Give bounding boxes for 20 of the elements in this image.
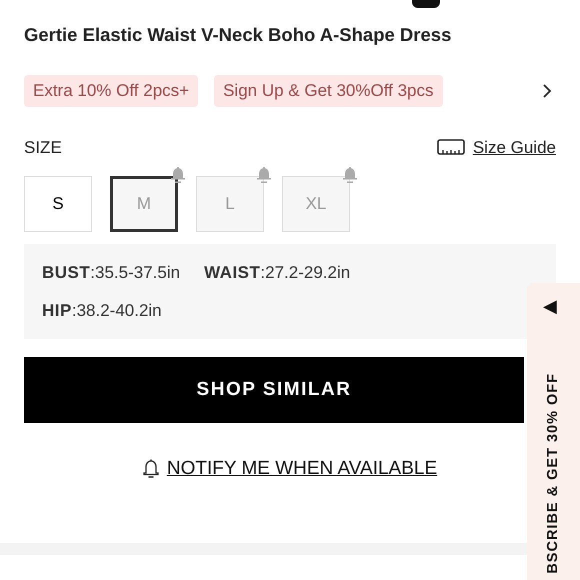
product-title: Gertie Elastic Waist V-Neck Boho A-Shape Dress xyxy=(24,24,452,46)
bell-icon xyxy=(170,166,186,184)
arrow-icon: ◀ xyxy=(543,297,557,315)
measurement-text: HIP:38.2-40.2in xyxy=(42,300,163,322)
measurement-text: WAIST:27.2-29.2in xyxy=(204,262,350,284)
size-label: SIZE xyxy=(24,136,62,158)
chevron-right-icon[interactable] xyxy=(542,82,552,99)
measurement-text: BUST:35.5-37.5in xyxy=(42,262,180,284)
subscribe-text: BSCRIBE & GET 30% OFF xyxy=(544,373,562,574)
shop-similar-button[interactable]: SHOP SIMILAR xyxy=(24,357,524,423)
size-guide-link[interactable]: Size Guide xyxy=(472,134,556,160)
bell-icon xyxy=(142,459,159,480)
bell-icon xyxy=(256,166,272,184)
ruler-icon xyxy=(436,139,465,156)
promo-tag[interactable]: Extra 10% Off 2pcs+ xyxy=(24,75,198,106)
notify-link[interactable]: NOTIFY ME WHEN AVAILABLE xyxy=(166,455,438,484)
subscribe-tab[interactable]: ◀ BSCRIBE & GET 30% OFF xyxy=(527,283,580,580)
size-option[interactable]: S xyxy=(24,176,92,232)
promo-tag[interactable]: Sign Up & Get 30%Off 3pcs xyxy=(214,75,442,106)
bell-icon xyxy=(342,166,358,184)
